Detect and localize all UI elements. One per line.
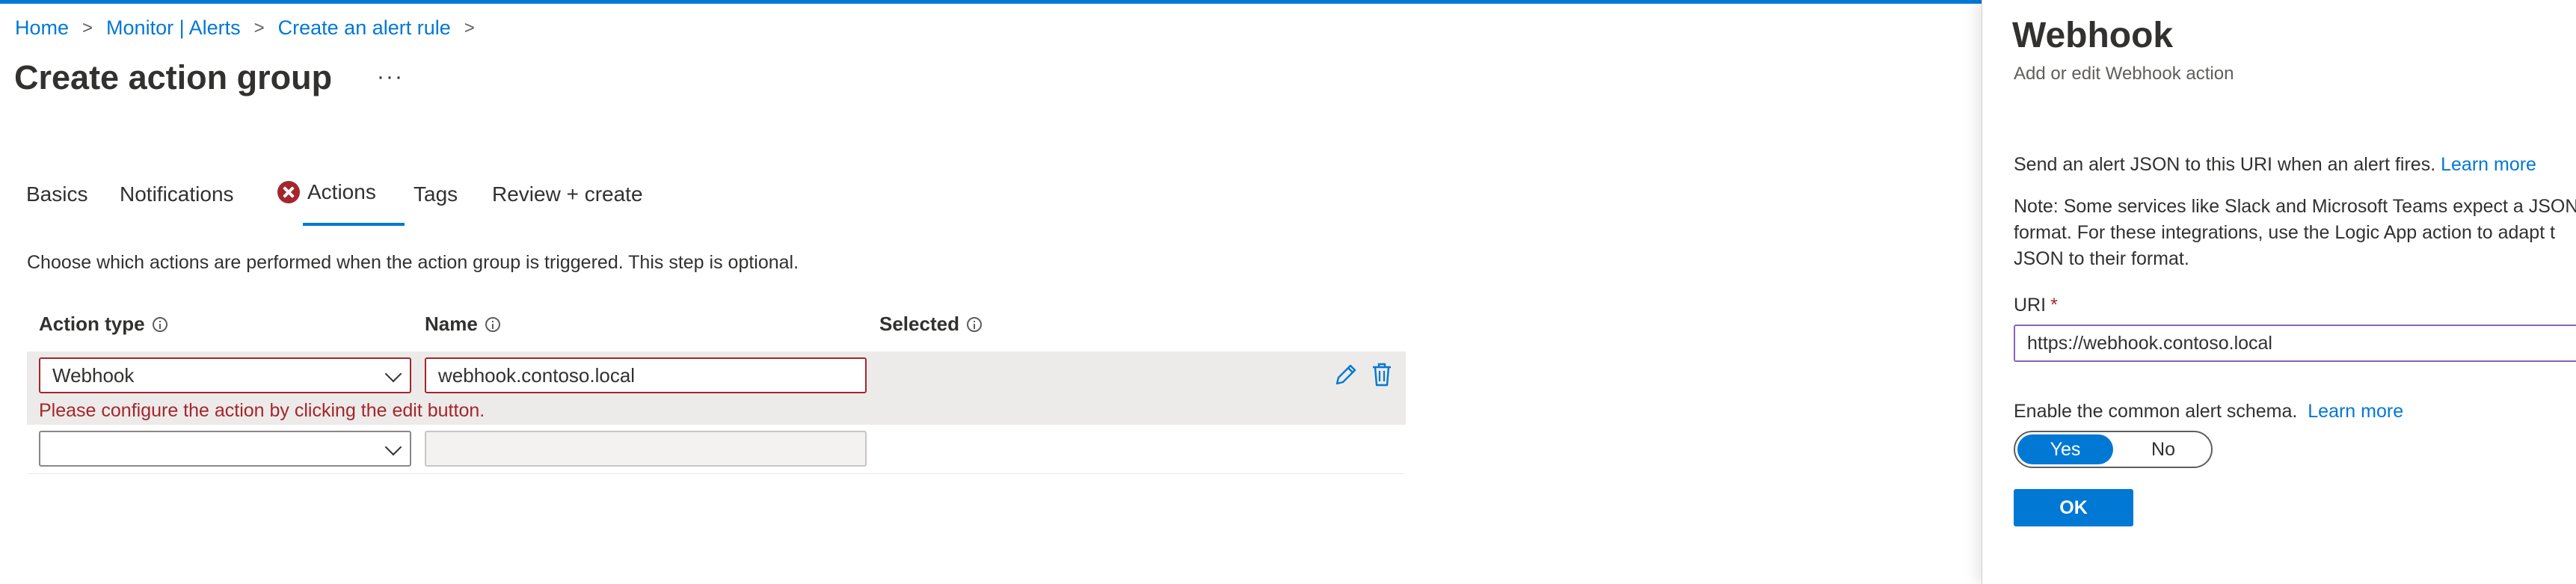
column-header-selected: Selected [879,313,982,336]
breadcrumb-monitor-alerts-link[interactable]: Monitor | Alerts [106,16,241,40]
toggle-no-option[interactable]: No [2115,432,2211,467]
active-tab-indicator [303,223,405,226]
common-schema-toggle[interactable]: Yes No [2014,431,2213,468]
column-header-label: Name [425,313,478,335]
chevron-down-icon [384,365,402,383]
panel-intro: Send an alert JSON to this URI when an a… [2014,154,2536,176]
actions-description: Choose which actions are performed when … [27,252,799,273]
more-options-button[interactable]: ··· [377,64,404,90]
breadcrumb-separator-icon: > [253,17,265,38]
info-icon[interactable] [152,316,167,332]
info-icon[interactable] [966,316,982,332]
breadcrumb: Home > Monitor | Alerts > Create an aler… [15,16,488,40]
action-type-dropdown[interactable]: Webhook [39,357,411,393]
tab-review-create[interactable]: Review + create [492,182,643,206]
ok-button[interactable]: OK [2014,489,2133,526]
uri-label: URI * [2014,295,2058,316]
row-error-message: Please configure the action by clicking … [39,400,485,421]
tab-basics[interactable]: Basics [26,182,87,206]
chevron-down-icon [384,438,402,456]
tab-actions-label: Actions [307,180,376,203]
tab-actions[interactable]: Actions [277,180,376,204]
panel-intro-text: Send an alert JSON to this URI when an a… [2014,154,2436,175]
page-title: Create action group [14,58,333,96]
action-type-value: Webhook [52,364,135,387]
panel-note-line: format. For these integrations, use the … [2014,222,2556,243]
panel-subtitle: Add or edit Webhook action [2014,64,2234,84]
action-type-dropdown-empty[interactable] [39,431,411,467]
breadcrumb-create-alert-rule-link[interactable]: Create an alert rule [278,16,451,40]
column-header-label: Action type [39,313,145,335]
row-divider [27,473,1406,474]
toggle-yes-option[interactable]: Yes [2017,434,2113,464]
column-header-action-type: Action type [39,313,167,336]
action-name-field-empty [425,431,867,467]
learn-more-link[interactable]: Learn more [2441,154,2536,175]
column-header-name: Name [425,313,500,336]
panel-title: Webhook [2012,16,2174,55]
panel-note-line: JSON to their format. [2014,248,2189,269]
trash-icon[interactable] [1368,361,1395,388]
breadcrumb-separator-icon: > [82,17,93,38]
uri-input[interactable]: https://webhook.contoso.local [2014,325,2576,362]
required-asterisk: * [2050,295,2058,316]
error-circle-icon [277,181,300,203]
column-header-label: Selected [879,313,959,335]
tab-tags[interactable]: Tags [414,182,458,206]
breadcrumb-separator-icon: > [464,17,475,38]
action-name-field[interactable]: webhook.contoso.local [425,357,867,393]
schema-label: Enable the common alert schema. Learn mo… [2014,401,2403,422]
webhook-panel: Webhook Add or edit Webhook action Send … [1982,0,2576,584]
schema-learn-more-link[interactable]: Learn more [2308,401,2403,422]
pencil-icon[interactable] [1332,361,1359,388]
uri-label-text: URI [2014,295,2047,316]
breadcrumb-home-link[interactable]: Home [15,16,69,40]
tab-notifications[interactable]: Notifications [120,182,234,206]
schema-label-text: Enable the common alert schema. [2014,401,2298,422]
info-icon[interactable] [485,316,500,332]
panel-note-line: Note: Some services like Slack and Micro… [2014,196,2576,217]
